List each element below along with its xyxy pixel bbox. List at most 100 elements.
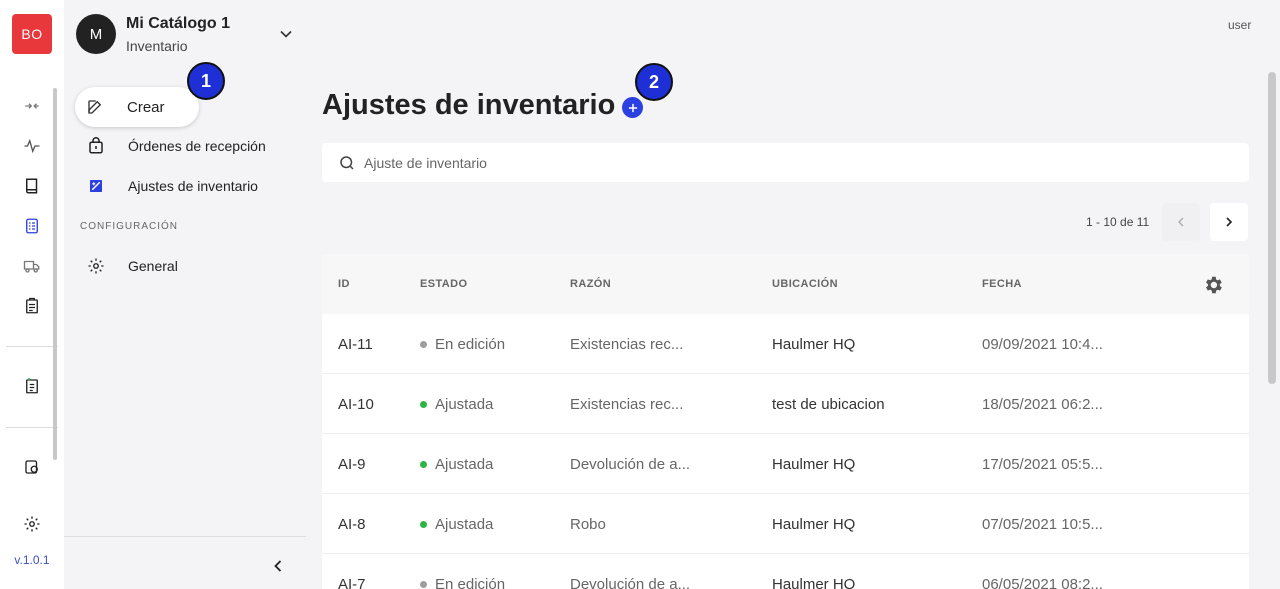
chevron-right-icon bbox=[1226, 217, 1233, 227]
book-icon[interactable] bbox=[20, 174, 44, 198]
cell-date: 17/05/2021 05:5... bbox=[982, 456, 1103, 473]
main-content: user Ajustes de inventario 2 1 - 10 de 1… bbox=[306, 0, 1280, 589]
table-row[interactable]: AI-8 Ajustada Robo Haulmer HQ 07/05/2021… bbox=[322, 494, 1249, 554]
cell-date: 07/05/2021 10:5... bbox=[982, 516, 1103, 533]
status-dot-edit bbox=[420, 340, 427, 348]
page-scrollbar[interactable] bbox=[1268, 72, 1276, 384]
app-logo[interactable]: BO bbox=[12, 14, 52, 54]
page-title: Ajustes de inventario bbox=[322, 89, 616, 121]
search-icon bbox=[340, 155, 354, 170]
status-label: Ajustada bbox=[435, 516, 494, 533]
create-button-label: Crear bbox=[127, 98, 165, 116]
prev-page-button[interactable] bbox=[1162, 203, 1200, 241]
status-label: Ajustada bbox=[435, 396, 494, 413]
table-header: ID ESTADO RAZÓN UBICACIÓN FECHA bbox=[322, 254, 1249, 314]
user-avatar-image[interactable]: user bbox=[1228, 18, 1264, 46]
column-header-location[interactable]: UBICACIÓN bbox=[772, 278, 838, 290]
gear-icon[interactable] bbox=[20, 512, 44, 536]
cell-reason: Devolución de a... bbox=[570, 576, 691, 589]
cell-status: Ajustada bbox=[420, 396, 493, 413]
table-row[interactable]: AI-9 Ajustada Devolución de a... Haulmer… bbox=[322, 434, 1249, 494]
sidebar-divider bbox=[64, 536, 306, 537]
sidebar-item-label: Órdenes de recepción bbox=[128, 138, 266, 154]
pagination-range: 1 - 10 de 11 bbox=[1086, 215, 1150, 229]
rail-divider bbox=[6, 346, 58, 347]
coins-icon[interactable] bbox=[20, 455, 44, 479]
sidebar-item-label: Ajustes de inventario bbox=[128, 178, 258, 194]
edit-icon bbox=[85, 97, 105, 117]
cell-reason: Devolución de a... bbox=[570, 456, 691, 473]
status-label: Ajustada bbox=[435, 456, 494, 473]
cell-id: AI-8 bbox=[338, 516, 366, 533]
chevron-left-icon bbox=[1178, 217, 1184, 227]
rail-divider bbox=[6, 427, 58, 428]
rail-scrollbar[interactable] bbox=[53, 88, 57, 460]
section-label-configuration: CONFIGURACIÓN bbox=[80, 221, 178, 232]
clipboard-icon[interactable] bbox=[20, 294, 44, 318]
icon-rail: BO v.1.0.1 bbox=[0, 0, 64, 589]
cell-location: Haulmer HQ bbox=[772, 516, 856, 533]
cell-id: AI-9 bbox=[338, 456, 366, 473]
cell-id: AI-11 bbox=[338, 336, 373, 353]
table-row[interactable]: AI-10 Ajustada Existencias rec... test d… bbox=[322, 374, 1249, 434]
cell-status: En edición bbox=[420, 576, 505, 589]
cell-location: Haulmer HQ bbox=[772, 456, 856, 473]
cell-status: En edición bbox=[420, 336, 505, 353]
cell-reason: Robo bbox=[570, 516, 606, 533]
catalog-title: Mi Catálogo 1 bbox=[126, 15, 231, 32]
table-row[interactable]: AI-7 En edición Devolución de a... Haulm… bbox=[322, 554, 1249, 589]
annotation-badge-1: 1 bbox=[187, 62, 225, 100]
column-header-status[interactable]: ESTADO bbox=[420, 278, 467, 290]
cell-status: Ajustada bbox=[420, 456, 493, 473]
sidebar: M Mi Catálogo 1 Inventario Crear Órdenes… bbox=[64, 0, 306, 589]
column-header-reason[interactable]: RAZÓN bbox=[570, 278, 611, 290]
column-header-id[interactable]: ID bbox=[338, 278, 350, 290]
checklist-icon[interactable] bbox=[20, 214, 44, 238]
status-label: En edición bbox=[435, 576, 506, 589]
cell-date: 09/09/2021 10:4... bbox=[982, 336, 1103, 353]
app-version: v.1.0.1 bbox=[14, 553, 50, 567]
cell-date: 06/05/2021 08:2... bbox=[982, 576, 1103, 589]
lock-bag-icon bbox=[86, 136, 106, 156]
search-bar[interactable] bbox=[322, 143, 1249, 182]
column-header-date[interactable]: FECHA bbox=[982, 278, 1022, 290]
avatar: M bbox=[76, 14, 116, 54]
catalog-selector[interactable]: M Mi Catálogo 1 Inventario bbox=[76, 14, 296, 58]
status-label: En edición bbox=[435, 336, 506, 353]
activity-icon[interactable] bbox=[20, 134, 44, 158]
adjust-icon bbox=[86, 176, 106, 196]
plus-icon bbox=[628, 103, 637, 112]
table-row[interactable]: AI-11 En edición Existencias rec... Haul… bbox=[322, 314, 1249, 374]
cell-reason: Existencias rec... bbox=[570, 336, 684, 353]
search-input[interactable] bbox=[364, 154, 1224, 171]
sidebar-item-reception-orders[interactable]: Órdenes de recepción bbox=[76, 128, 266, 164]
catalog-subtitle: Inventario bbox=[126, 38, 188, 54]
sidebar-item-inventory-adjustments[interactable]: Ajustes de inventario bbox=[76, 168, 258, 204]
status-dot-adjusted bbox=[420, 400, 427, 408]
gear-icon bbox=[86, 256, 106, 276]
cell-id: AI-10 bbox=[338, 396, 374, 413]
create-button[interactable]: Crear bbox=[75, 87, 199, 127]
truck-icon[interactable] bbox=[20, 254, 44, 278]
next-page-button[interactable] bbox=[1210, 203, 1248, 241]
chevron-down-icon[interactable] bbox=[276, 24, 296, 44]
annotation-badge-2: 2 bbox=[635, 63, 673, 101]
compare-arrows-icon[interactable] bbox=[20, 94, 44, 118]
adjustments-table: ID ESTADO RAZÓN UBICACIÓN FECHA AI-11 En… bbox=[322, 254, 1249, 589]
chevron-left-icon[interactable] bbox=[268, 556, 288, 576]
status-dot-adjusted bbox=[420, 520, 427, 528]
cell-location: test de ubicacion bbox=[772, 396, 885, 413]
sidebar-item-general[interactable]: General bbox=[76, 248, 178, 284]
cell-location: Haulmer HQ bbox=[772, 576, 856, 589]
cell-id: AI-7 bbox=[338, 576, 366, 589]
cell-reason: Existencias rec... bbox=[570, 396, 684, 413]
cell-location: Haulmer HQ bbox=[772, 336, 856, 353]
cell-date: 18/05/2021 06:2... bbox=[982, 396, 1103, 413]
cell-status: Ajustada bbox=[420, 516, 493, 533]
add-adjustment-button[interactable] bbox=[622, 97, 643, 118]
sidebar-item-label: General bbox=[128, 258, 178, 274]
column-settings-gear-icon[interactable] bbox=[1202, 274, 1224, 296]
status-dot-edit bbox=[420, 580, 427, 588]
document-icon[interactable] bbox=[20, 374, 44, 398]
status-dot-adjusted bbox=[420, 460, 427, 468]
